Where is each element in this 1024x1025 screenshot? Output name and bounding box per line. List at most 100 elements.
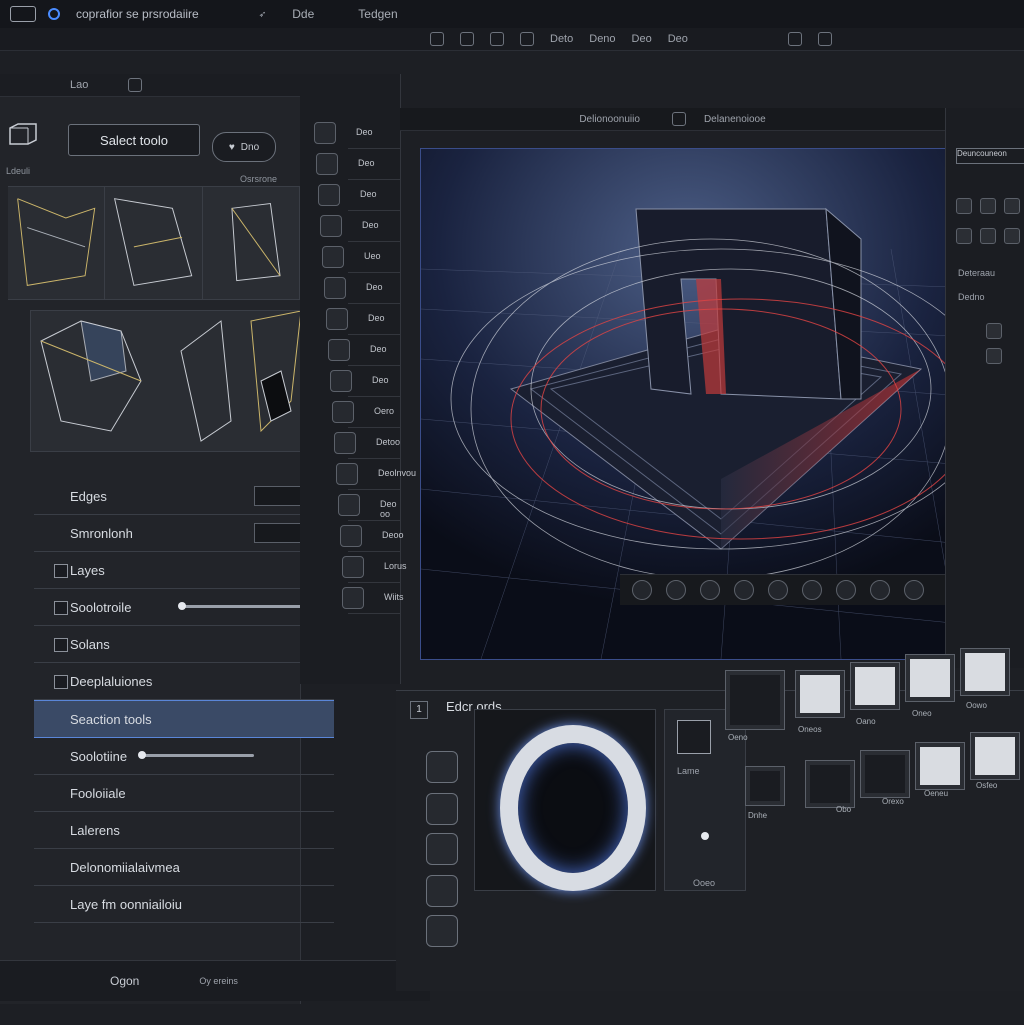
- right-tool-icon-1[interactable]: [956, 198, 972, 214]
- prop-row-smoothing[interactable]: Smronlonh: [34, 515, 334, 552]
- record-icon[interactable]: [632, 580, 652, 600]
- tab-lao[interactable]: Lao: [70, 79, 88, 91]
- sphere-icon[interactable]: [768, 580, 788, 600]
- swatch-dark-3[interactable]: [861, 751, 909, 797]
- editor-tool-1-icon[interactable]: [426, 751, 458, 783]
- shape-thumb-3[interactable]: [203, 187, 300, 299]
- circle-tool-icon[interactable]: [666, 580, 686, 600]
- tool-icon-10[interactable]: [332, 401, 354, 423]
- prop-row-soolotiine[interactable]: Soolotiine: [34, 738, 334, 775]
- brush-icon[interactable]: [460, 32, 474, 46]
- tool-label-7: Deo: [368, 313, 385, 323]
- toolstrip-item-2[interactable]: Deno: [589, 33, 615, 45]
- swatch-2[interactable]: [851, 663, 899, 709]
- window-title: coprafior se prsrodaiire: [76, 7, 199, 21]
- prop-label-section-tools: Seaction tools: [70, 711, 152, 727]
- tool-icon-3[interactable]: [318, 184, 340, 206]
- right-tool-icon-6[interactable]: [1004, 228, 1020, 244]
- toolstrip-item-3[interactable]: Deo: [632, 33, 652, 45]
- sootoroile-checkbox[interactable]: [54, 601, 68, 615]
- prop-row-edges[interactable]: Edges: [34, 478, 334, 515]
- prop-row-lalerens[interactable]: Lalerens: [34, 812, 334, 849]
- right-tool-icon-3[interactable]: [1004, 198, 1020, 214]
- tool-icon-9[interactable]: [330, 370, 352, 392]
- swatch-dark-2[interactable]: [806, 761, 854, 807]
- tab-doc-icon[interactable]: [128, 78, 143, 92]
- right-panel-header[interactable]: Deuncouneon: [956, 148, 1024, 164]
- deeplaluiones-checkbox[interactable]: [54, 675, 68, 689]
- swatch-gear[interactable]: [746, 767, 784, 805]
- tool-separator: [348, 582, 400, 583]
- toolstrip-item-1[interactable]: Deto: [550, 33, 573, 45]
- right-tool-icon-8[interactable]: [986, 348, 1002, 364]
- ring-preview-panel[interactable]: [474, 709, 656, 891]
- tool-icon-11[interactable]: [334, 432, 356, 454]
- favorite-button[interactable]: ♥ Dno: [212, 132, 276, 162]
- tool-icon-15[interactable]: [342, 556, 364, 578]
- swatch-3[interactable]: [906, 655, 954, 701]
- sootoroile-slider[interactable]: [178, 602, 314, 610]
- tool-icon-14[interactable]: [340, 525, 362, 547]
- right-tool-icon-7[interactable]: [986, 323, 1002, 339]
- tool-icon-6[interactable]: [324, 277, 346, 299]
- prop-row-laye-fm[interactable]: Laye fm oonniailoiu: [34, 886, 334, 923]
- swatch-5[interactable]: [916, 743, 964, 789]
- rotate-icon[interactable]: [490, 32, 504, 46]
- menu-item-2[interactable]: Tedgen: [358, 7, 397, 21]
- prop-row-delonomiialaivmea[interactable]: Delonomiialaivmea: [34, 849, 334, 886]
- prop-row-section-tools[interactable]: Seaction tools: [34, 700, 334, 738]
- tool-icon-8[interactable]: [328, 339, 350, 361]
- tool-icon-16[interactable]: [342, 587, 364, 609]
- refresh-icon[interactable]: [870, 580, 890, 600]
- open-label[interactable]: Ogon: [110, 974, 139, 988]
- tool-icon-1[interactable]: [314, 122, 336, 144]
- editor-tool-4-icon[interactable]: [426, 875, 458, 907]
- swatch-dark-1[interactable]: [726, 671, 784, 729]
- prop-row-solans[interactable]: Solans: [34, 626, 334, 663]
- bookmark-icon[interactable]: [836, 580, 856, 600]
- texture-thumbnail-icon[interactable]: [677, 720, 711, 754]
- prop-row-deeplaluiones[interactable]: Deeplaluiones: [34, 663, 334, 700]
- toolstrip-item-4[interactable]: Deo: [668, 33, 688, 45]
- editor-tool-2-icon[interactable]: [426, 793, 458, 825]
- swatch-label-10: Osfeo: [976, 781, 998, 790]
- prop-row-sootoroile[interactable]: Soolotroile: [34, 589, 334, 626]
- viewport-tab-icon[interactable]: [671, 112, 686, 126]
- tool-icon-13[interactable]: [338, 494, 360, 516]
- pencil-icon[interactable]: [430, 32, 444, 46]
- shape-thumb-1[interactable]: [8, 187, 106, 299]
- shield-icon[interactable]: [787, 32, 802, 46]
- circle-icon[interactable]: [520, 32, 534, 46]
- solans-checkbox[interactable]: [54, 638, 68, 652]
- select-tools-button[interactable]: Salect toolo: [68, 124, 200, 156]
- tool-icon-7[interactable]: [326, 308, 348, 330]
- tool-icon-2[interactable]: [316, 153, 338, 175]
- editor-tool-3-icon[interactable]: [426, 833, 458, 865]
- prop-row-fooloiiale[interactable]: Fooloiiale: [34, 775, 334, 812]
- shape-thumb-2[interactable]: [105, 187, 203, 299]
- swatch-4[interactable]: [961, 649, 1009, 695]
- target-icon[interactable]: [734, 580, 754, 600]
- tool-icon-5[interactable]: [322, 246, 344, 268]
- layers-checkbox[interactable]: [54, 564, 68, 578]
- panel-icon[interactable]: [904, 580, 924, 600]
- prop-label-smoothing: Smronlonh: [70, 525, 133, 541]
- help-icon[interactable]: [817, 32, 832, 46]
- right-tool-icon-5[interactable]: [980, 228, 996, 244]
- paint-icon[interactable]: [700, 580, 720, 600]
- menu-item-1[interactable]: Dde: [292, 7, 314, 21]
- editor-tool-5-icon[interactable]: [426, 915, 458, 947]
- tool-label-3: Deo: [360, 189, 377, 199]
- editor-number: 1: [410, 701, 428, 719]
- texture-knob[interactable]: [701, 832, 709, 840]
- right-tool-icon-4[interactable]: [956, 228, 972, 244]
- soolotiine-slider[interactable]: [138, 751, 254, 759]
- tool-label-15: Lorus: [384, 561, 407, 571]
- swatch-1[interactable]: [796, 671, 844, 717]
- right-tool-icon-2[interactable]: [980, 198, 996, 214]
- swatch-6[interactable]: [971, 733, 1019, 779]
- feather-icon[interactable]: [802, 580, 822, 600]
- tool-icon-12[interactable]: [336, 463, 358, 485]
- tool-icon-4[interactable]: [320, 215, 342, 237]
- prop-row-layers[interactable]: Layes: [34, 552, 334, 589]
